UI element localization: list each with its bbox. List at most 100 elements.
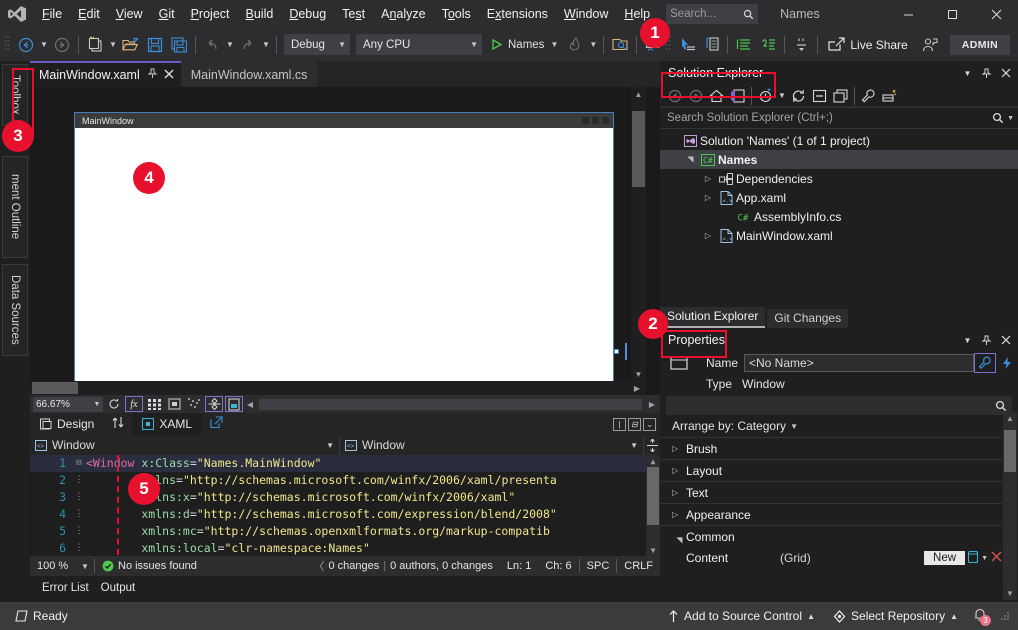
pin-icon[interactable] [978,64,995,82]
scope-combo-right[interactable]: <> Window ▼ [340,435,644,455]
code-line[interactable]: 5⋮ xmlns:mc="http://schemas.openxmlforma… [30,523,660,540]
undo-dropdown[interactable]: ▼ [224,33,236,57]
menu-debug[interactable]: Debug [281,3,334,25]
git-changes-status[interactable]: 〈 0 changes | 0 authors, 0 changes [307,556,500,576]
designer-pan-track[interactable] [259,399,642,410]
open-file-icon[interactable] [119,33,143,57]
hot-reload-dropdown[interactable]: ▼ [587,33,599,57]
tab-xaml-view[interactable]: XAML [132,413,202,435]
indent-block-icon[interactable] [699,33,723,57]
tree-item-names[interactable]: ◢C#Names [660,150,1018,169]
property-value[interactable]: (Grid) [780,551,811,565]
vertical-split-icon[interactable]: | [613,418,626,431]
artboard-center-icon[interactable] [205,396,223,412]
new-project-dropdown[interactable]: ▼ [107,33,119,57]
search-input[interactable]: Search... [670,8,743,20]
property-category-brush[interactable]: ▷Brush [660,437,1002,459]
name-field[interactable]: <No Name> [744,354,974,372]
enable-project-code-icon[interactable] [225,396,243,412]
clear-value-icon[interactable] [991,551,1002,565]
configuration-combo[interactable]: Debug▼ [284,34,350,55]
new-project-icon[interactable] [83,33,107,57]
chevron-right-icon[interactable]: ▷ [672,488,686,497]
effects-fx-icon[interactable]: fx [125,396,143,412]
resource-picker-icon[interactable] [968,551,978,566]
uncomment-lines-icon[interactable] [756,33,780,57]
property-category-text[interactable]: ▷Text [660,481,1002,503]
send-feedback-icon[interactable] [914,33,944,57]
show-all-files-icon[interactable] [830,86,851,106]
live-share-button[interactable]: Live Share [822,33,913,57]
refresh-icon[interactable] [788,86,809,106]
menu-project[interactable]: Project [183,3,238,25]
snap-to-snaplines-icon[interactable] [185,396,203,412]
add-to-source-control-button[interactable]: Add to Source Control ▲ [659,602,824,630]
property-category-appearance[interactable]: ▷Appearance [660,503,1002,525]
indentation-indicator[interactable]: SPC [580,556,617,576]
resize-grip-icon[interactable] [1001,609,1012,623]
navigate-back-dropdown[interactable]: ▼ [38,33,50,57]
chevron-down-icon[interactable]: ▼ [630,441,638,450]
editor-vertical-scrollbar[interactable]: ▲ ▼ [646,455,660,556]
property-category-common[interactable]: ◢Common [660,525,1002,547]
navigate-back-icon[interactable] [14,33,38,57]
properties-search[interactable] [666,396,1012,415]
menu-tools[interactable]: Tools [434,3,479,25]
xaml-designer-surface[interactable]: MainWindow ▲ ▼ ▶ [30,87,660,395]
chevron-right-icon[interactable]: ▷ [672,510,686,519]
menu-extensions[interactable]: Extensions [479,3,556,25]
undo-icon[interactable] [200,33,224,57]
tab-mainwindow-xaml[interactable]: MainWindow.xaml [30,61,181,87]
property-row-content[interactable]: Content(Grid)New▼ [660,547,1002,569]
editor-zoom-dropdown[interactable]: ▼ [76,556,94,576]
scrollbar-thumb[interactable] [1004,430,1016,472]
pin-icon[interactable] [147,68,158,82]
chevron-right-icon[interactable]: ▷ [700,174,716,183]
pointer-select-icon[interactable] [675,33,699,57]
sidebar-item-document-outline[interactable]: ment Outline [2,156,28,258]
close-icon[interactable] [164,68,174,82]
tab-output[interactable]: Output [95,580,142,598]
code-line[interactable]: 6⋮ xmlns:local="clr-namespace:Names" [30,540,660,556]
scroll-right-icon[interactable]: ▶ [630,381,644,395]
dock-tab-solution-explorer[interactable]: Solution Explorer [660,307,765,328]
search-box[interactable]: Search... [666,4,758,24]
search-input[interactable]: Search Solution Explorer (Ctrl+;) [667,112,992,124]
pending-changes-dropdown[interactable]: ▼ [776,86,788,106]
scroll-up-icon[interactable]: ▲ [631,87,646,101]
navigate-forward-icon[interactable] [50,33,74,57]
scroll-up-icon[interactable]: ▲ [1003,412,1017,425]
resize-handle[interactable] [614,349,619,354]
chevron-down-icon[interactable]: ▼ [959,331,976,349]
tree-item-assemblyinfo-cs[interactable]: C#AssemblyInfo.cs [660,207,1018,226]
scrollbar-thumb[interactable] [647,467,659,525]
save-all-icon[interactable] [167,33,191,57]
issues-status[interactable]: No issues found [95,556,204,576]
platform-combo[interactable]: Any CPU▼ [356,34,482,55]
code-line[interactable]: 4⋮ xmlns:d="http://schemas.microsoft.com… [30,506,660,523]
code-text-area[interactable]: 1⊟<Window x:Class="Names.MainWindow"2⋮ x… [30,455,660,556]
arrange-by-selector[interactable]: Arrange by: Category ▼ [660,415,1018,437]
tree-item-dependencies[interactable]: ▷Dependencies [660,169,1018,188]
tab-design-view[interactable]: Design [30,413,104,435]
resize-grip-bar[interactable] [625,343,627,360]
sidebar-item-data-sources[interactable]: Data Sources [2,264,28,356]
code-lines[interactable]: 1⊟<Window x:Class="Names.MainWindow"2⋮ x… [30,455,660,556]
pin-icon[interactable] [978,331,995,349]
properties-scrollbar[interactable]: ▲ ▼ [1003,412,1017,600]
pan-right-icon[interactable]: ▶ [644,396,660,412]
scroll-down-icon[interactable]: ▼ [631,367,646,381]
zoom-dropdown-icon[interactable]: ▼ [91,397,103,412]
swap-panes-icon[interactable] [104,416,132,432]
notifications-button[interactable]: 3 [967,602,1001,630]
select-repository-button[interactable]: Select Repository ▲ [824,602,967,630]
menu-view[interactable]: View [108,3,151,25]
close-icon[interactable] [997,64,1014,82]
chevron-down-icon[interactable]: ◢ [686,152,695,168]
properties-categories[interactable]: ▷Brush▷Layout▷Text▷Appearance◢CommonCont… [660,437,1018,569]
tab-mainwindow-xaml-cs[interactable]: MainWindow.xaml.cs [181,61,318,87]
select-element-icon[interactable] [608,33,632,57]
chevron-down-icon[interactable]: ▼ [981,555,988,562]
designer-vertical-scrollbar[interactable]: ▲ ▼ [631,87,646,381]
chevron-down-icon[interactable]: ◢ [675,530,684,544]
